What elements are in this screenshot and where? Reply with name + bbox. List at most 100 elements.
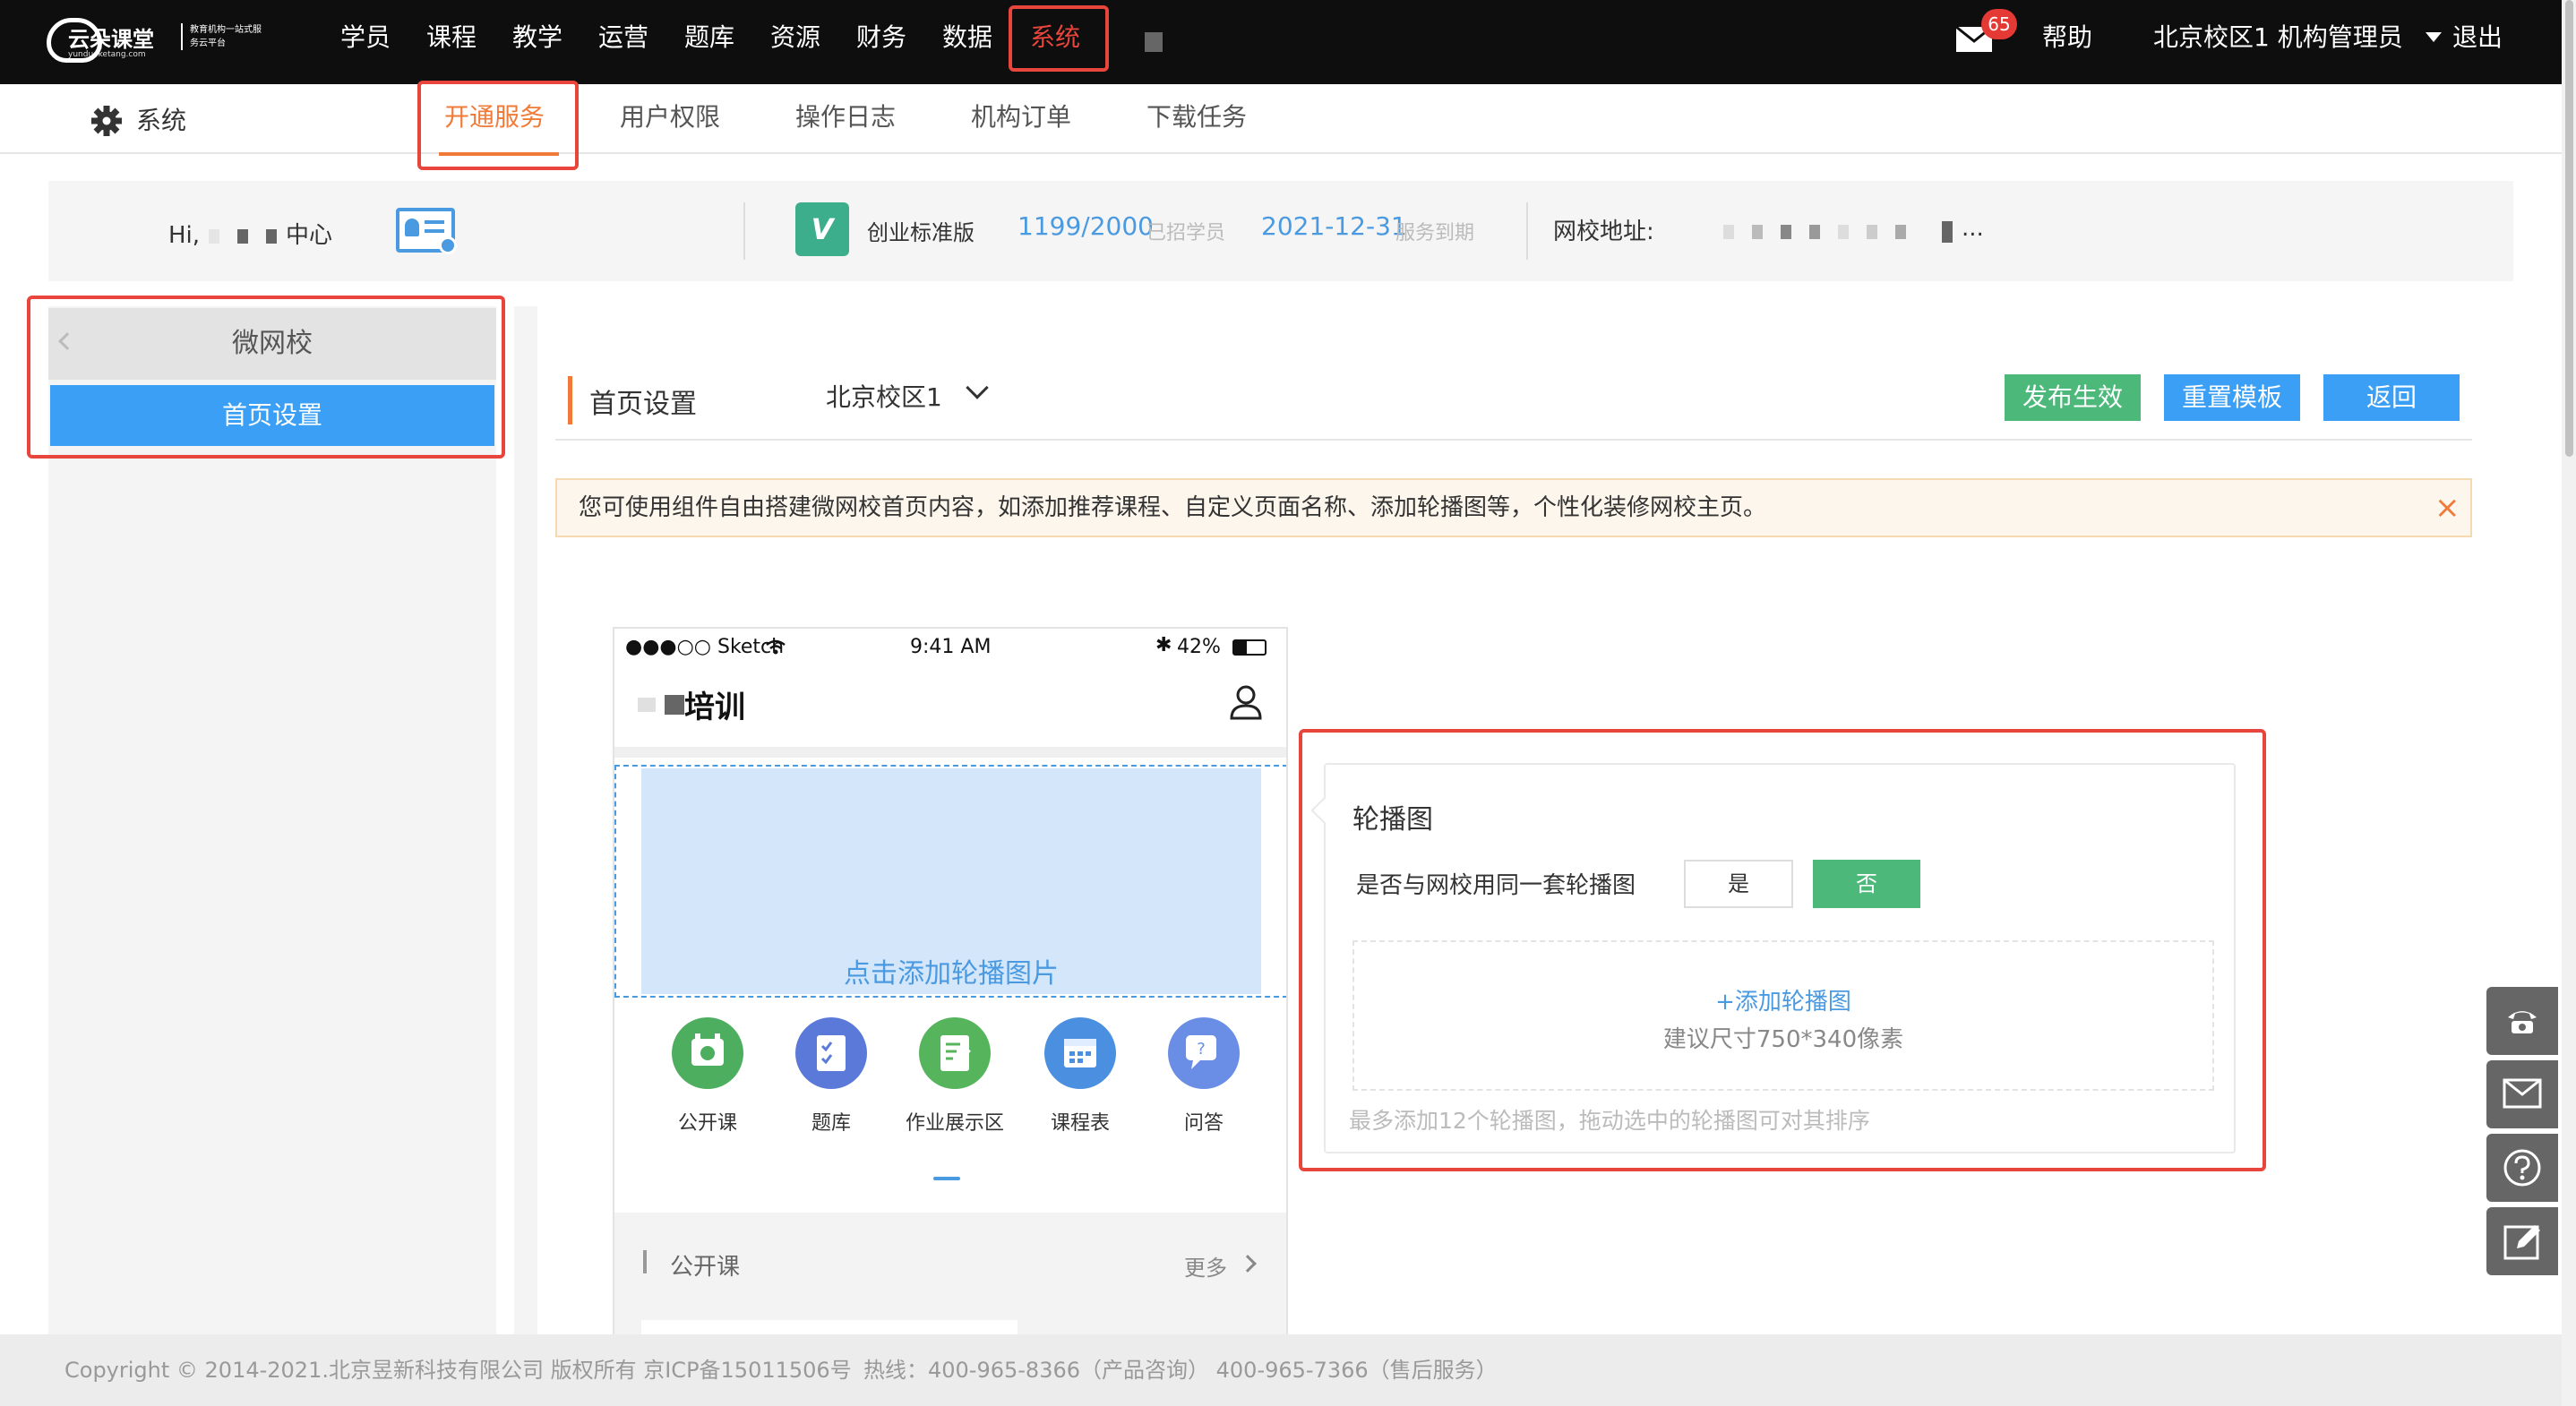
hotline: 热线：400-965-8366（产品咨询） 400-965-7366（售后服务）: [863, 1358, 1498, 1383]
edition-name: 创业标准版: [867, 220, 975, 245]
highlight-box-carousel-panel: [1299, 729, 2266, 1171]
expire-label: 服务到期: [1395, 222, 1475, 244]
quick-entry-label: 问答: [1183, 1112, 1224, 1135]
quick-entry-3[interactable]: 课程表: [1009, 1017, 1152, 1161]
sidebar: 微网校 首页设置: [48, 306, 496, 1336]
masked-text: [209, 228, 220, 244]
school-url-masked[interactable]: ...: [1714, 215, 1984, 243]
nav-courses[interactable]: 课程: [426, 0, 477, 84]
feedback-button[interactable]: [2486, 1207, 2558, 1275]
account-menu[interactable]: 北京校区1 机构管理员: [2153, 0, 2403, 84]
page-indicator: [933, 1177, 960, 1180]
publish-button[interactable]: 发布生效: [2005, 374, 2141, 421]
homework-icon: [919, 1017, 991, 1089]
status-carrier: ●●●○○ Sketch: [625, 636, 785, 658]
nav-question-bank[interactable]: 题库: [684, 0, 734, 84]
nav-resources[interactable]: 资源: [770, 0, 820, 84]
quick-entry-1[interactable]: 题库: [760, 1017, 903, 1161]
edition-logo-icon: V: [795, 202, 849, 256]
divider: [1526, 202, 1528, 260]
banner-dropzone[interactable]: 点击添加轮播图片: [614, 765, 1286, 998]
greeting-text: Hi,: [168, 222, 201, 249]
close-icon[interactable]: ×: [2434, 480, 2460, 536]
campus-select[interactable]: 北京校区1: [826, 374, 1014, 414]
question-icon: [2503, 1149, 2541, 1187]
info-notice: 您可使用组件自由搭建微网校首页内容，如添加推荐课程、自定义页面名称、添加轮播图等…: [555, 478, 2472, 537]
section-title-public-course: 公开课: [670, 1254, 741, 1281]
question-bank-icon: [795, 1017, 867, 1089]
battery-icon: [1232, 639, 1267, 656]
top-navbar: 云朵课堂 yunduoketang.com 教育机构一站式服务云平台 学员 课程…: [0, 0, 2576, 84]
logo-domain: yunduoketang.com: [68, 50, 146, 59]
scrollbar-thumb[interactable]: [2565, 0, 2573, 457]
section-title: 系统: [136, 106, 187, 135]
qa-icon: ?: [1168, 1017, 1240, 1089]
quick-entry-label: 公开课: [677, 1112, 737, 1135]
nav-data[interactable]: 数据: [942, 0, 992, 84]
quick-entry-0[interactable]: 公开课: [636, 1017, 779, 1161]
divider: [614, 747, 1286, 758]
phone-contact-button[interactable]: [2486, 987, 2558, 1055]
campus-select-value: 北京校区1: [826, 382, 942, 412]
divider: [743, 202, 745, 260]
copyright: Copyright © 2014-2021.北京昱新科技有限公司 版权所有 京I…: [64, 1358, 852, 1383]
page-title: 首页设置: [589, 389, 697, 420]
calendar-icon: [1044, 1017, 1116, 1089]
phone-preview: ●●●○○ Sketch 9:41 AM ✱ 42% 培训 点击添加轮播图片 公…: [613, 627, 1288, 1361]
quick-entry-label: 课程表: [1050, 1112, 1110, 1135]
logo[interactable]: 云朵课堂 yunduoketang.com 教育机构一站式服务云平台: [47, 13, 262, 66]
quick-entry-4[interactable]: ? 问答: [1132, 1017, 1275, 1161]
highlight-box-open-service: [417, 81, 579, 170]
notice-text: 您可使用组件自由搭建微网校首页内容，如添加推荐课程、自定义页面名称、添加轮播图等…: [579, 494, 1767, 521]
footer: Copyright © 2014-2021.北京昱新科技有限公司 版权所有 京I…: [0, 1334, 2576, 1406]
help-button[interactable]: [2486, 1134, 2558, 1202]
user-icon[interactable]: [1229, 684, 1263, 720]
title-accent-bar: [568, 376, 572, 424]
highlight-box-nav-system: [1009, 5, 1109, 72]
masked-text: [237, 228, 249, 244]
logo-name: 云朵课堂: [68, 27, 154, 52]
tab-download-tasks[interactable]: 下载任务: [1146, 84, 1247, 154]
svg-text:?: ?: [1197, 1040, 1206, 1059]
mail-icon: [2503, 1078, 2542, 1109]
help-link[interactable]: 帮助: [2042, 0, 2092, 84]
chevron-down-icon[interactable]: [2426, 32, 2442, 42]
chevron-down-icon: [966, 376, 989, 399]
quick-entry-label: 题库: [811, 1112, 851, 1135]
nav-finance[interactable]: 财务: [856, 0, 906, 84]
bluetooth-icon: ✱: [1155, 634, 1172, 656]
status-battery: 42%: [1177, 636, 1221, 658]
org-info-bar: Hi, 中心 V 创业标准版 1199/2000 已招学员 2021-12-31 …: [48, 181, 2513, 281]
phone-title-text: 培训: [684, 690, 745, 725]
mail-badge: 65: [1981, 9, 2017, 39]
nav-operations[interactable]: 运营: [598, 0, 648, 84]
student-count-label: 已招学员: [1146, 222, 1226, 244]
masked-text: [266, 228, 278, 244]
quick-entry-label: 作业展示区: [905, 1112, 1004, 1135]
status-time: 9:41 AM: [910, 636, 992, 658]
logout-link[interactable]: 退出: [2452, 0, 2503, 84]
tab-operation-log[interactable]: 操作日志: [795, 84, 896, 154]
nav-students[interactable]: 学员: [340, 0, 391, 84]
logo-slogan: 教育机构一站式服务云平台: [181, 23, 262, 50]
wifi-icon: [766, 639, 786, 655]
highlight-box-sidebar: [27, 296, 505, 459]
message-button[interactable]: [2486, 1060, 2558, 1128]
tab-user-permissions[interactable]: 用户权限: [620, 84, 720, 154]
reset-template-button[interactable]: 重置模板: [2164, 374, 2300, 421]
greeting-tail: 中心: [286, 222, 333, 249]
greeting: Hi, 中心: [168, 217, 332, 250]
phone-app-title: 培训: [629, 682, 745, 726]
section-accent-bar: [643, 1250, 647, 1273]
edit-icon: [2503, 1225, 2540, 1260]
tab-org-orders[interactable]: 机构订单: [971, 84, 1071, 154]
expire-date: 2021-12-31: [1261, 211, 1407, 241]
school-url-label: 网校地址:: [1553, 219, 1654, 245]
masked-region: [1145, 32, 1163, 52]
id-card-icon[interactable]: [396, 208, 457, 254]
banner-placeholder-text: 点击添加轮播图片: [844, 958, 1059, 990]
quick-entry-2[interactable]: 作业展示区: [883, 1017, 1026, 1161]
nav-teaching[interactable]: 教学: [512, 0, 562, 84]
more-link[interactable]: 更多: [1184, 1250, 1227, 1282]
back-button[interactable]: 返回: [2323, 374, 2460, 421]
